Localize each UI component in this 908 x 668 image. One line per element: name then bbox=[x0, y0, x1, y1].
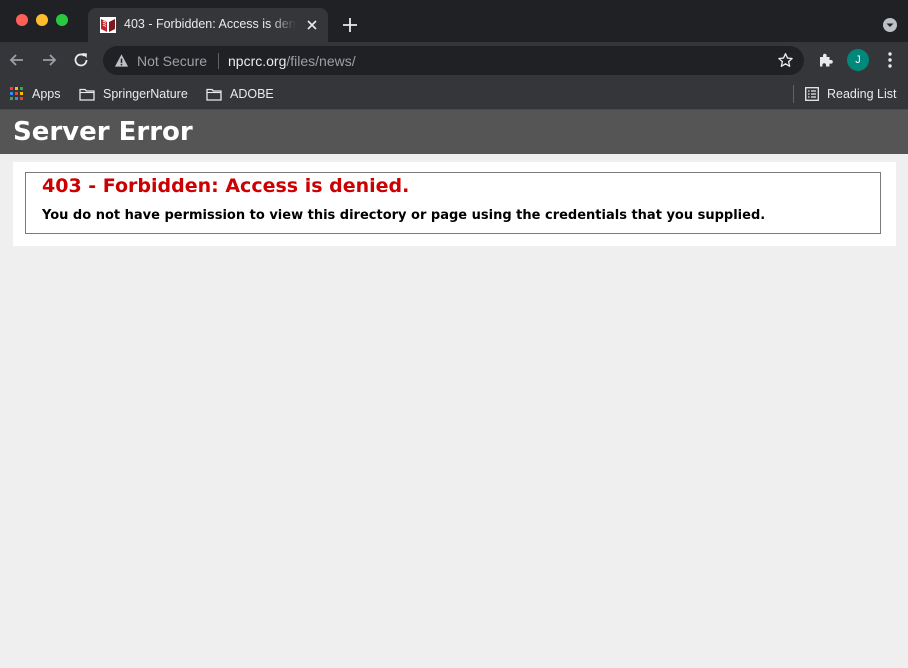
error-content: 403 - Forbidden: Access is denied. You d… bbox=[13, 162, 896, 246]
browser-title-bar: 403 - Forbidden: Access is denied. bbox=[0, 0, 908, 42]
error-message: You do not have permission to view this … bbox=[42, 208, 766, 223]
site-favicon-icon bbox=[100, 17, 116, 33]
browser-toolbar: Not Secure npcrc.org/files/news/ J bbox=[0, 42, 908, 79]
reading-list-icon bbox=[805, 87, 819, 101]
browser-tab-active[interactable]: 403 - Forbidden: Access is denied. bbox=[88, 8, 328, 42]
bookmark-folder-adobe[interactable]: ADOBE bbox=[206, 84, 274, 104]
url-path: /files/news/ bbox=[286, 53, 356, 69]
minimize-window-button[interactable] bbox=[36, 14, 48, 26]
reading-list-button[interactable]: Reading List bbox=[805, 84, 897, 104]
bookmark-apps[interactable]: Apps bbox=[10, 84, 61, 104]
bookmark-label: SpringerNature bbox=[103, 87, 188, 101]
tab-search-icon[interactable] bbox=[882, 17, 898, 33]
folder-icon bbox=[79, 88, 95, 101]
bookmarks-divider bbox=[793, 85, 794, 103]
plus-icon[interactable] bbox=[341, 16, 359, 34]
url-text[interactable]: npcrc.org/files/news/ bbox=[228, 53, 356, 69]
bookmark-folder-springernature[interactable]: SpringerNature bbox=[79, 84, 188, 104]
page-title: Server Error bbox=[13, 117, 193, 147]
address-bar[interactable]: Not Secure npcrc.org/files/news/ bbox=[103, 46, 804, 75]
url-host: npcrc.org bbox=[228, 53, 287, 69]
bookmark-apps-label: Apps bbox=[32, 87, 61, 101]
forward-arrow-icon[interactable] bbox=[40, 51, 58, 69]
apps-grid-icon bbox=[10, 87, 23, 100]
maximize-window-button[interactable] bbox=[56, 14, 68, 26]
close-window-button[interactable] bbox=[16, 14, 28, 26]
security-status-label[interactable]: Not Secure bbox=[137, 53, 207, 69]
back-arrow-icon[interactable] bbox=[8, 51, 26, 69]
folder-icon bbox=[206, 88, 222, 101]
reading-list-label: Reading List bbox=[827, 87, 897, 101]
address-bar-divider bbox=[218, 53, 219, 69]
reload-icon[interactable] bbox=[72, 51, 90, 69]
error-title: 403 - Forbidden: Access is denied. bbox=[42, 175, 410, 197]
more-vert-icon[interactable] bbox=[882, 51, 898, 69]
server-error-header: Server Error bbox=[0, 110, 908, 154]
bookmark-label: ADOBE bbox=[230, 87, 274, 101]
bookmarks-bar: Apps SpringerNature ADOBE Reading List bbox=[0, 79, 908, 110]
error-box: 403 - Forbidden: Access is denied. You d… bbox=[25, 172, 881, 234]
close-icon[interactable] bbox=[304, 17, 320, 33]
warning-triangle-icon[interactable] bbox=[114, 53, 129, 68]
profile-avatar[interactable]: J bbox=[847, 49, 869, 71]
tab-title: 403 - Forbidden: Access is denied. bbox=[124, 17, 296, 31]
extensions-puzzle-icon[interactable] bbox=[817, 51, 835, 69]
bookmark-star-icon[interactable] bbox=[777, 52, 794, 69]
